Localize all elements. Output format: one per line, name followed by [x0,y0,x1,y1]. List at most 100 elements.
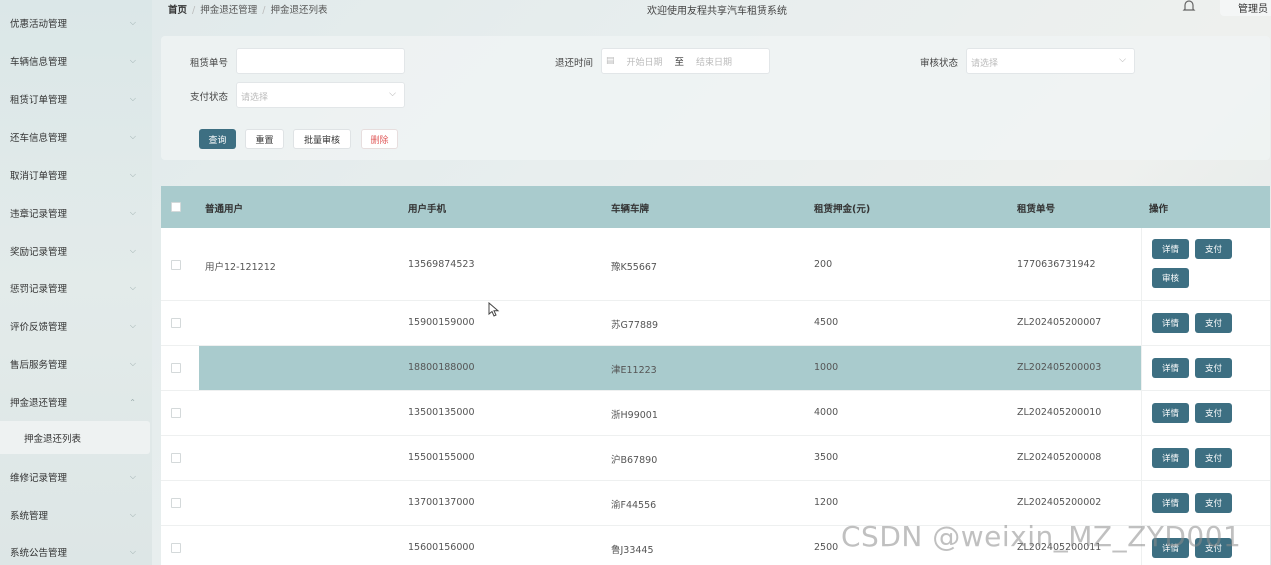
delete-button[interactable]: 删除 [361,129,398,149]
cell-phone: 13569874523 [408,259,475,270]
sidebar-item-label: 押金退还管理 [10,398,68,409]
detail-button[interactable]: 详情 [1152,403,1189,423]
sidebar-item-violations[interactable]: 违章记录管理 ⌵ [0,198,152,228]
user-menu[interactable]: 管理员 [1220,0,1271,16]
end-date-input[interactable]: 结束日期 [696,55,732,68]
table-header: 普通用户 用户手机 车辆车牌 租赁押金(元) 租赁单号 操作 [161,186,1270,228]
table-row[interactable]: 13500135000 浙H99001 4000 ZL202405200010 … [161,391,1270,436]
chevron-down-icon: ⌵ [129,547,136,556]
sidebar-item-rewards[interactable]: 奖励记录管理 ⌵ [0,236,152,266]
sidebar-item-returns[interactable]: 还车信息管理 ⌵ [0,122,152,152]
detail-button[interactable]: 详情 [1152,493,1189,513]
bell-icon[interactable] [1181,0,1197,14]
row-checkbox[interactable] [171,260,181,270]
cell-deposit: 1200 [814,497,839,508]
calendar-icon: ▤ [606,56,615,66]
system-title: 欢迎使用友程共享汽车租赁系统 [647,6,787,17]
column-header-order-no: 租赁单号 [1017,204,1056,215]
sidebar-item-announcements[interactable]: 系统公告管理 ⌵ [0,537,152,565]
table-row[interactable]: 用户12-121212 13569874523 豫K55667 200 1770… [161,228,1270,301]
sidebar-item-label: 评价反馈管理 [10,322,68,333]
row-checkbox[interactable] [171,318,181,328]
cell-deposit: 2500 [814,542,839,553]
watermark: CSDN @weixin_MZ_ZYD001 [841,520,1242,553]
pay-button[interactable]: 支付 [1195,403,1232,423]
sidebar-item-system[interactable]: 系统管理 ⌵ [0,500,152,530]
select-all-checkbox[interactable] [171,202,181,212]
pay-button[interactable]: 支付 [1195,358,1232,378]
table-row[interactable]: 15500155000 沪B67890 3500 ZL202405200008 … [161,436,1270,481]
chevron-down-icon: ⌵ [129,321,136,330]
cell-phone: 18800188000 [408,362,475,373]
cell-phone: 15900159000 [408,317,475,328]
chevron-down-icon: ⌵ [129,170,136,179]
sidebar-item-label: 维修记录管理 [10,473,68,484]
detail-button[interactable]: 详情 [1152,448,1189,468]
detail-button[interactable]: 详情 [1152,358,1189,378]
sidebar-item-feedback[interactable]: 评价反馈管理 ⌵ [0,311,152,341]
cell-plate: 渝F44556 [611,500,657,511]
row-checkbox[interactable] [171,498,181,508]
sidebar-item-rental-orders[interactable]: 租赁订单管理 ⌵ [0,84,152,114]
topbar: 首页 / 押金退还管理 / 押金退还列表 欢迎使用友程共享汽车租赁系统 管理员 [160,0,1271,18]
deposit-refund-table: 普通用户 用户手机 车辆车牌 租赁押金(元) 租赁单号 操作 用户12-1212… [161,186,1270,565]
start-date-input[interactable]: 开始日期 [627,55,663,68]
sidebar-subitem-label: 押金退还列表 [24,433,82,445]
row-checkbox[interactable] [171,453,181,463]
column-header-actions: 操作 [1149,204,1169,215]
pay-status-select[interactable]: 请选择 ⌵ [236,82,405,108]
reset-button[interactable]: 重置 [245,129,284,149]
chevron-down-icon: ⌵ [389,89,396,99]
chevron-down-icon: ⌵ [129,18,136,27]
breadcrumb-section[interactable]: 押金退还管理 [200,5,257,16]
detail-button[interactable]: 详情 [1152,313,1189,333]
audit-button[interactable]: 审核 [1152,268,1189,288]
audit-status-select[interactable]: 请选择 ⌵ [966,48,1135,74]
chevron-down-icon: ⌵ [1119,55,1126,65]
batch-audit-button[interactable]: 批量审核 [293,129,351,149]
search-panel: 租赁单号 退还时间 ▤ 开始日期 至 结束日期 审核状态 请选择 ⌵ 支付状态 … [161,36,1270,160]
cell-plate: 豫K55667 [611,262,657,273]
table-row[interactable]: 15900159000 苏G77889 4500 ZL202405200007 … [161,301,1270,346]
sidebar-item-label: 取消订单管理 [10,171,68,182]
chevron-down-icon: ⌵ [129,94,136,103]
sidebar-item-cancellations[interactable]: 取消订单管理 ⌵ [0,160,152,190]
cell-order-no: ZL202405200002 [1017,497,1102,508]
order-no-input[interactable] [236,48,405,74]
pay-button[interactable]: 支付 [1195,239,1232,259]
cell-phone: 15600156000 [408,542,475,553]
mouse-cursor-icon [488,301,500,318]
cell-deposit: 200 [814,259,833,270]
sidebar-item-promotions[interactable]: 优惠活动管理 ⌵ [0,8,152,38]
sidebar-subitem-deposit-refund-list[interactable]: 押金退还列表 [0,421,150,454]
column-header-deposit: 租赁押金(元) [814,204,871,215]
cell-phone: 15500155000 [408,452,475,463]
pay-button[interactable]: 支付 [1195,448,1232,468]
breadcrumb-current: 押金退还列表 [270,5,328,16]
sidebar-item-vehicles[interactable]: 车辆信息管理 ⌵ [0,46,152,76]
row-checkbox[interactable] [171,543,181,553]
column-header-plate: 车辆车牌 [611,204,650,215]
row-checkbox[interactable] [171,363,181,373]
query-button[interactable]: 查询 [199,129,236,149]
date-range-picker[interactable]: ▤ 开始日期 至 结束日期 [601,48,770,74]
cell-phone: 13700137000 [408,497,475,508]
audit-status-label: 审核状态 [920,58,959,69]
row-checkbox[interactable] [171,408,181,418]
date-range-separator: 至 [674,57,685,68]
sidebar-item-deposit-refund[interactable]: 押金退还管理 ⌃ [0,387,152,417]
breadcrumb: 首页 / 押金退还管理 / 押金退还列表 [168,5,328,16]
pay-status-label: 支付状态 [190,92,229,103]
pay-button[interactable]: 支付 [1195,313,1232,333]
sidebar-item-label: 优惠活动管理 [10,19,68,30]
table-row[interactable]: 18800188000 津E11223 1000 ZL202405200003 … [161,346,1270,391]
sidebar-item-after-sales[interactable]: 售后服务管理 ⌵ [0,349,152,379]
breadcrumb-home[interactable]: 首页 [168,5,187,16]
pay-button[interactable]: 支付 [1195,493,1232,513]
sidebar-item-penalties[interactable]: 惩罚记录管理 ⌵ [0,273,152,303]
pay-status-placeholder: 请选择 [241,93,269,103]
sidebar-item-label: 奖励记录管理 [10,247,68,258]
chevron-down-icon: ⌵ [129,208,136,217]
detail-button[interactable]: 详情 [1152,239,1189,259]
sidebar-item-maintenance[interactable]: 维修记录管理 ⌵ [0,462,152,492]
